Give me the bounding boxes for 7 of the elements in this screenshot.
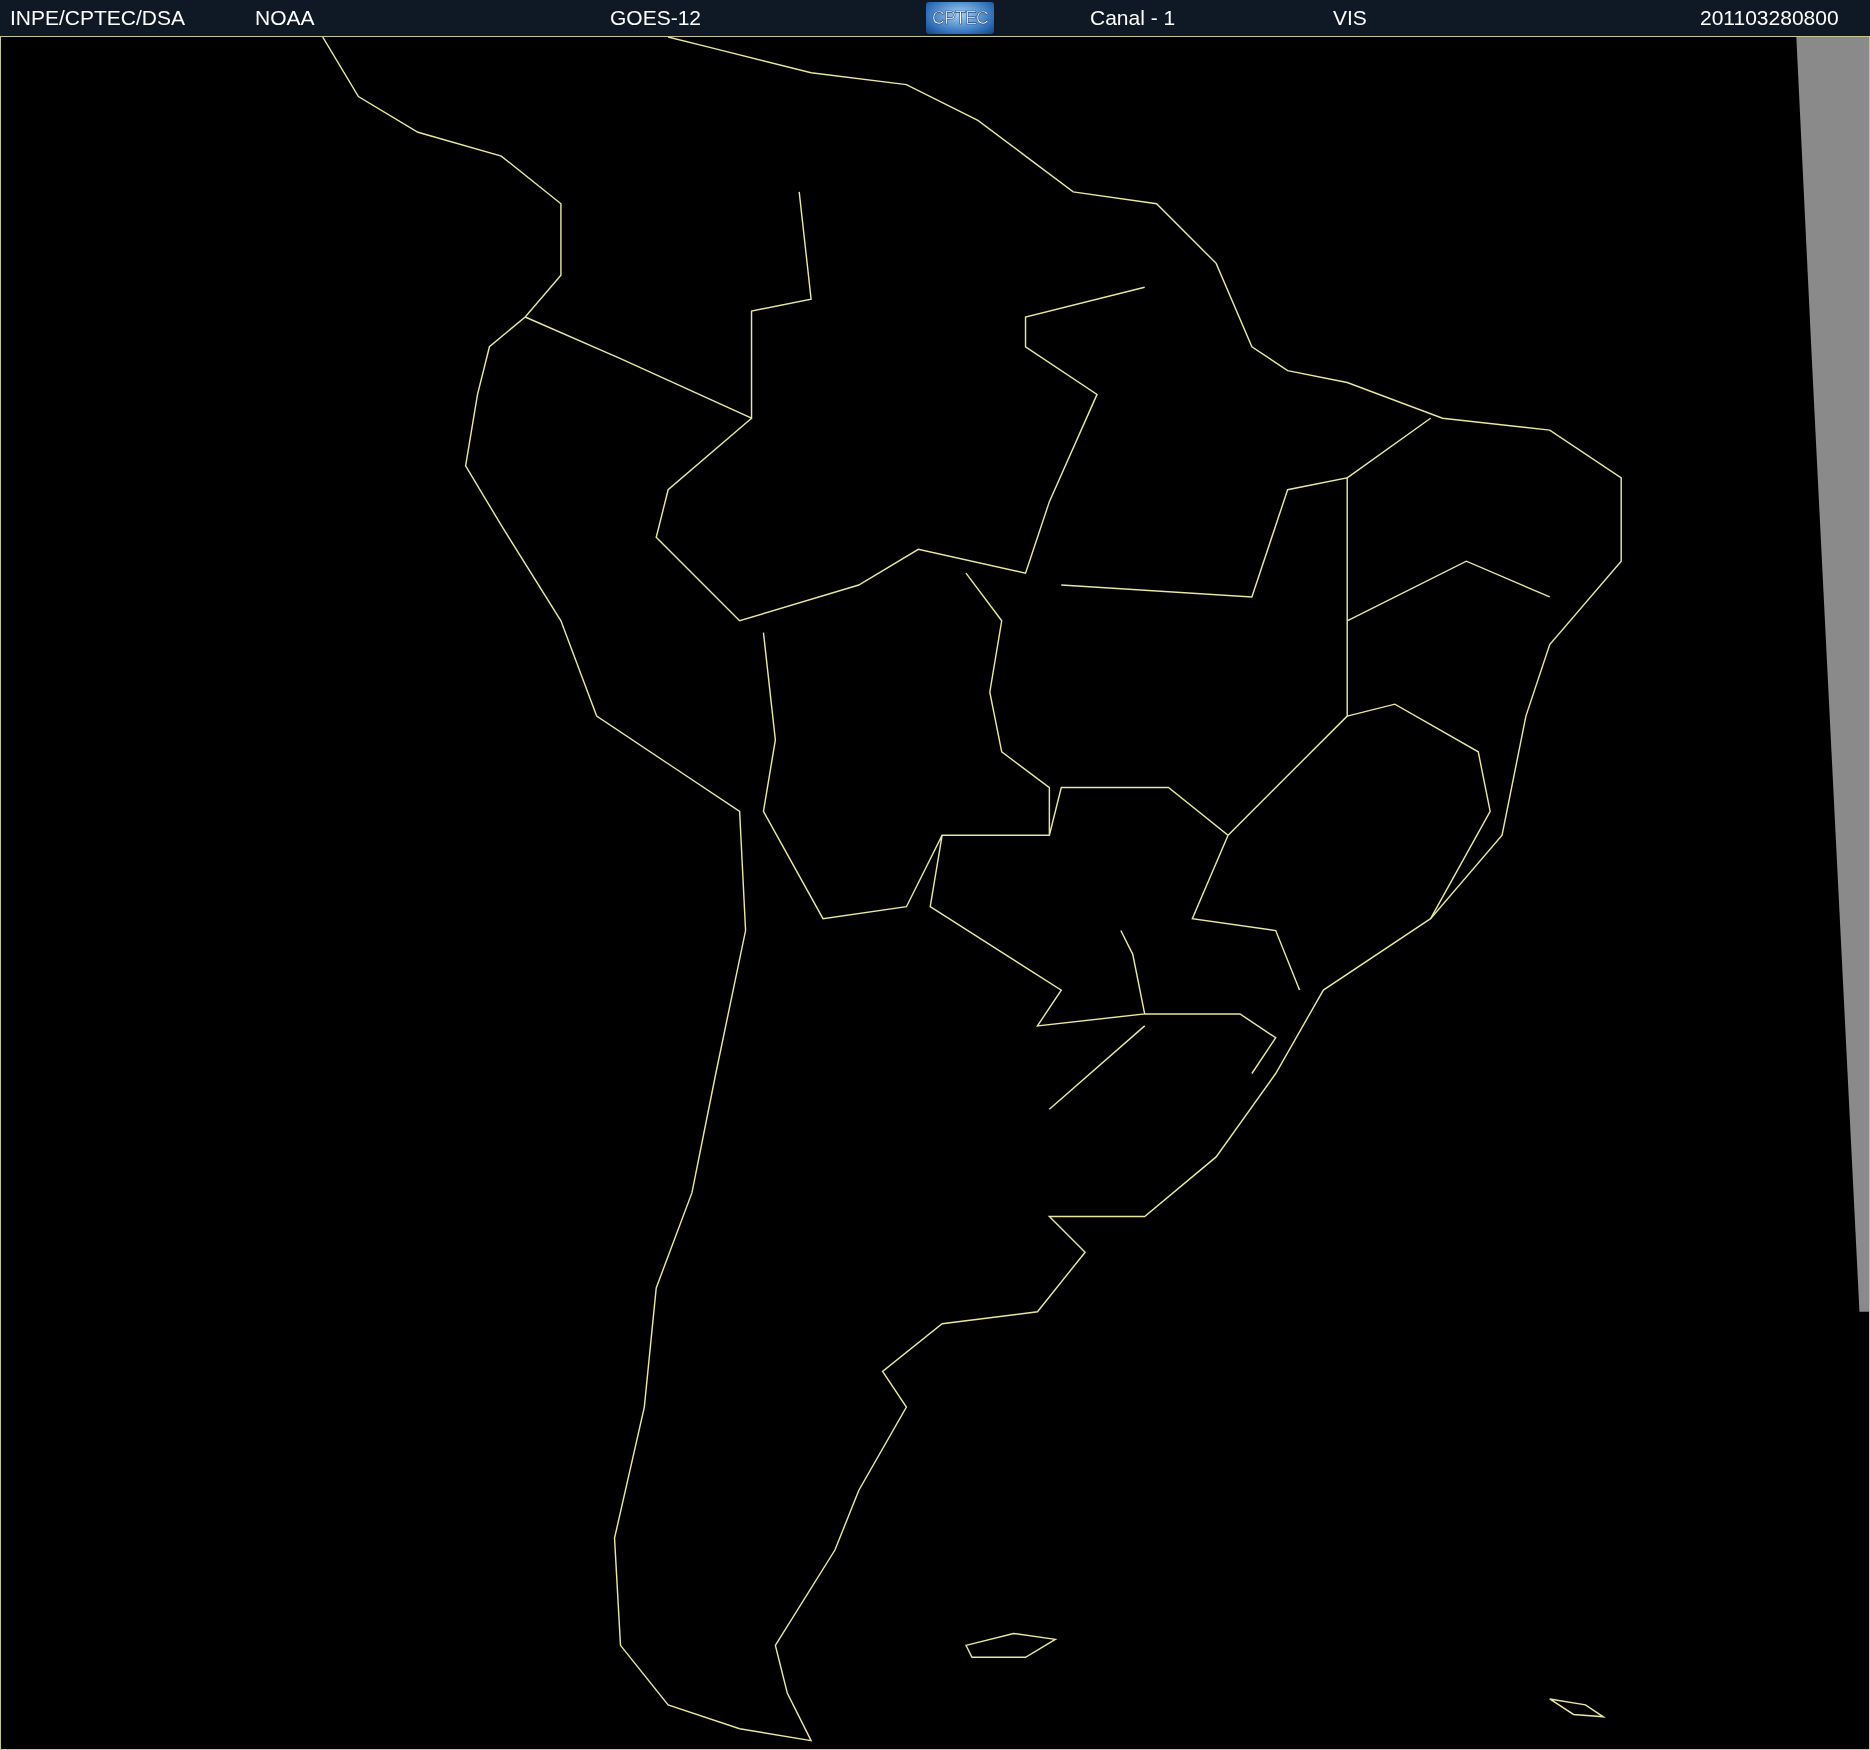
header-label: VIS [1333,6,1367,30]
header-label: GOES-12 [610,6,702,30]
header-label: 201103280800 [1700,6,1839,30]
header-label: Canal - 1 [1090,6,1176,30]
cptec-logo: CPTEC [926,2,994,34]
header-label: INPE/CPTEC/DSA [10,6,186,30]
header-label: NOAA [255,6,315,30]
